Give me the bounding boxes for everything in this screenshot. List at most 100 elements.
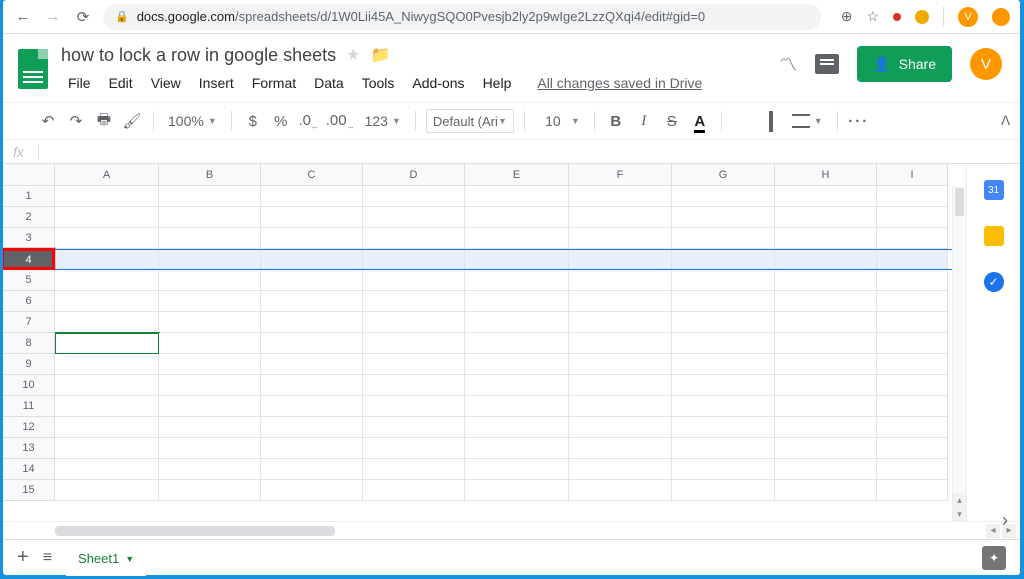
cell[interactable] <box>261 396 363 417</box>
cell[interactable] <box>261 291 363 312</box>
cell[interactable] <box>569 186 672 207</box>
cell[interactable] <box>55 207 159 228</box>
col-header[interactable]: D <box>363 164 465 186</box>
cell[interactable] <box>159 228 261 249</box>
italic-button[interactable]: I <box>633 113 655 130</box>
cell[interactable] <box>261 333 363 354</box>
cell[interactable] <box>672 354 775 375</box>
cell[interactable] <box>672 375 775 396</box>
cell[interactable] <box>672 459 775 480</box>
col-header[interactable]: I <box>877 164 948 186</box>
cell[interactable] <box>877 228 948 249</box>
cell[interactable] <box>465 228 569 249</box>
vertical-scrollbar[interactable]: ▴ ▾ <box>952 186 966 521</box>
cell[interactable] <box>569 228 672 249</box>
spreadsheet-grid[interactable]: A B C D E F G H I 123456789101112131415 … <box>3 164 966 521</box>
cell[interactable] <box>569 375 672 396</box>
cell[interactable] <box>775 186 877 207</box>
menu-insert[interactable]: Insert <box>192 72 241 94</box>
cell[interactable] <box>465 459 569 480</box>
cell[interactable] <box>363 291 465 312</box>
extension-cookie-icon[interactable] <box>915 10 929 24</box>
menu-addons[interactable]: Add-ons <box>405 72 471 94</box>
cell[interactable] <box>569 480 672 501</box>
strike-button[interactable]: S <box>661 113 683 130</box>
row-header[interactable]: 7 <box>3 312 55 333</box>
extension-dot-red-icon[interactable] <box>893 13 901 21</box>
cell[interactable] <box>672 250 775 269</box>
sheet-tab[interactable]: Sheet1 ▼ <box>66 540 146 576</box>
cell[interactable] <box>877 480 948 501</box>
row-header[interactable]: 15 <box>3 480 55 501</box>
cell[interactable] <box>569 270 672 291</box>
explore-button[interactable] <box>982 546 1006 570</box>
row-header[interactable]: 4 <box>3 250 55 269</box>
cell[interactable] <box>775 312 877 333</box>
more-formats-button[interactable]: 123▼ <box>361 113 405 129</box>
cell[interactable] <box>363 459 465 480</box>
user-avatar[interactable]: V <box>970 48 1002 80</box>
cell[interactable] <box>159 207 261 228</box>
folder-icon[interactable]: 📁 <box>371 45 391 65</box>
cell[interactable] <box>159 270 261 291</box>
cell[interactable] <box>877 207 948 228</box>
cell[interactable] <box>159 250 261 269</box>
cell[interactable] <box>261 438 363 459</box>
decrease-decimal-button[interactable]: .0← <box>298 112 320 131</box>
cell[interactable] <box>775 228 877 249</box>
cell[interactable] <box>569 396 672 417</box>
cell[interactable] <box>465 438 569 459</box>
cell[interactable] <box>465 186 569 207</box>
col-header[interactable]: G <box>672 164 775 186</box>
activity-icon[interactable]: 〽 <box>779 51 797 77</box>
col-header[interactable]: B <box>159 164 261 186</box>
cell[interactable] <box>672 270 775 291</box>
cell[interactable] <box>55 396 159 417</box>
comments-icon[interactable] <box>815 54 839 74</box>
cell[interactable] <box>55 250 159 269</box>
cell[interactable] <box>877 291 948 312</box>
cell[interactable] <box>159 312 261 333</box>
row-header[interactable]: 13 <box>3 438 55 459</box>
cell[interactable] <box>775 396 877 417</box>
keep-icon[interactable] <box>984 226 1004 246</box>
print-button[interactable]: 🖶 <box>93 109 115 134</box>
cell[interactable] <box>363 396 465 417</box>
cell[interactable] <box>465 291 569 312</box>
cell[interactable] <box>55 312 159 333</box>
cell[interactable] <box>877 396 948 417</box>
cell[interactable] <box>569 333 672 354</box>
row-header[interactable]: 14 <box>3 459 55 480</box>
collapse-toolbar-icon[interactable]: ᐱ <box>1001 113 1010 129</box>
row-header[interactable]: 9 <box>3 354 55 375</box>
star-icon[interactable]: ★ <box>346 45 360 65</box>
cell[interactable] <box>261 250 363 269</box>
cell[interactable] <box>363 312 465 333</box>
cell[interactable] <box>261 228 363 249</box>
cell[interactable] <box>363 333 465 354</box>
col-header[interactable]: F <box>569 164 672 186</box>
cell[interactable] <box>877 250 948 269</box>
cell[interactable] <box>672 207 775 228</box>
cell[interactable] <box>465 375 569 396</box>
more-button[interactable]: ··· <box>848 113 870 130</box>
cell[interactable] <box>55 270 159 291</box>
horizontal-scrollbar[interactable] <box>55 526 335 536</box>
cell[interactable] <box>55 438 159 459</box>
cell[interactable] <box>363 207 465 228</box>
cell[interactable] <box>261 270 363 291</box>
menu-data[interactable]: Data <box>307 72 351 94</box>
redo-button[interactable]: ↷ <box>65 112 87 130</box>
menu-tools[interactable]: Tools <box>355 72 402 94</box>
cell[interactable] <box>775 291 877 312</box>
cell[interactable] <box>55 417 159 438</box>
tasks-icon[interactable]: ✓ <box>984 272 1004 292</box>
scroll-left-icon[interactable]: ◂ <box>986 524 1000 538</box>
side-panel-toggle-icon[interactable]: › <box>1002 510 1008 531</box>
cell[interactable] <box>465 312 569 333</box>
row-header[interactable]: 5 <box>3 270 55 291</box>
cell[interactable] <box>55 333 159 354</box>
paint-format-button[interactable]: 🖌 <box>121 112 143 130</box>
cell[interactable] <box>261 354 363 375</box>
cell[interactable] <box>55 291 159 312</box>
